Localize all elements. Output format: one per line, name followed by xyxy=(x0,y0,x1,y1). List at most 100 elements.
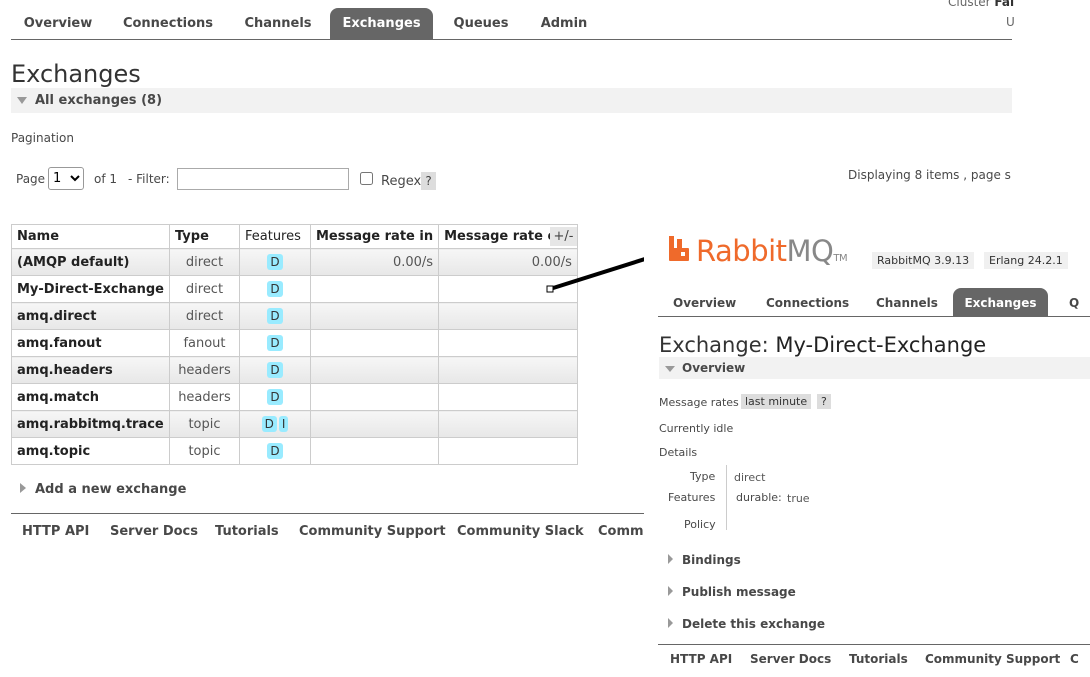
page-label: Page xyxy=(16,172,46,186)
expand-triangle-icon xyxy=(20,483,26,493)
footer-commercial[interactable]: Comme xyxy=(598,524,644,539)
logo-rabbit-text: Rabbit xyxy=(696,234,787,268)
table-row[interactable]: My-Direct-Exchange direct D xyxy=(11,275,578,303)
all-exchanges-label: All exchanges (8) xyxy=(35,93,163,108)
features-durable-key: durable: xyxy=(736,491,782,504)
collapse-triangle-icon xyxy=(665,366,675,372)
detail-tab-overview[interactable]: Overview xyxy=(673,288,736,316)
footer-http-api[interactable]: HTTP API xyxy=(22,524,89,539)
feature-badge: D xyxy=(267,308,283,324)
rabbitmq-wordmark: RabbitMQTM xyxy=(696,234,848,268)
detail-tab-queues[interactable]: Q xyxy=(1069,288,1079,316)
page-select[interactable]: 1 xyxy=(48,167,84,190)
tab-connections[interactable]: Connections xyxy=(112,8,224,39)
erlang-version: Erlang 24.2.1 xyxy=(984,252,1068,269)
publish-message-toggle[interactable]: Publish message xyxy=(668,585,796,599)
exchange-rate-out xyxy=(438,302,578,330)
message-rates-label: Message rates xyxy=(659,396,739,409)
regex-checkbox[interactable] xyxy=(360,172,373,185)
message-rates-range[interactable]: last minute xyxy=(741,394,812,409)
exchange-rate-out xyxy=(438,383,578,411)
exchange-features: D xyxy=(238,302,311,330)
bindings-toggle[interactable]: Bindings xyxy=(668,553,741,567)
footer-community-slack[interactable]: Community Slack xyxy=(457,524,584,539)
table-row[interactable]: amq.headers headers D xyxy=(11,356,578,384)
exchange-name[interactable]: amq.topic xyxy=(11,437,170,465)
feature-badge: D xyxy=(267,254,283,270)
cluster-info: Cluster Fai xyxy=(948,0,1014,9)
columns-toggle-button[interactable]: +/- xyxy=(550,227,577,246)
add-new-exchange-label: Add a new exchange xyxy=(35,482,187,497)
feature-badge: D xyxy=(267,362,283,378)
message-rates-help[interactable]: ? xyxy=(817,394,831,409)
publish-message-label: Publish message xyxy=(682,585,796,599)
col-type: Type xyxy=(168,224,240,249)
type-value: direct xyxy=(734,471,766,484)
exchange-features: D xyxy=(238,275,311,303)
exchange-name[interactable]: amq.direct xyxy=(11,302,170,330)
exchange-name[interactable]: amq.fanout xyxy=(11,329,170,357)
exchange-detail-panel: RabbitMQTM RabbitMQ 3.9.13 Erlang 24.2.1… xyxy=(644,228,1090,677)
add-new-exchange-toggle[interactable]: Add a new exchange xyxy=(20,482,186,497)
table-row[interactable]: (AMQP default) direct D 0.00/s 0.00/s xyxy=(11,248,578,276)
tab-queues[interactable]: Queues xyxy=(443,8,519,39)
exchange-rate-out xyxy=(438,329,578,357)
exchange-type: direct xyxy=(168,302,240,330)
tab-channels[interactable]: Channels xyxy=(234,8,322,39)
exchange-type: topic xyxy=(168,437,240,465)
table-row[interactable]: amq.rabbitmq.trace topic D I xyxy=(11,410,578,438)
details-divider xyxy=(726,465,727,530)
footer-community-support[interactable]: Community Support xyxy=(299,524,446,539)
detail-footer-server-docs[interactable]: Server Docs xyxy=(750,652,831,666)
footer-tutorials[interactable]: Tutorials xyxy=(215,524,279,539)
tab-admin[interactable]: Admin xyxy=(530,8,598,39)
exchange-name[interactable]: My-Direct-Exchange xyxy=(11,275,170,303)
exchange-rate-in xyxy=(309,275,440,303)
detail-footer-http-api[interactable]: HTTP API xyxy=(670,652,732,666)
exchange-type: fanout xyxy=(168,329,240,357)
regex-help-button[interactable]: ? xyxy=(421,172,436,190)
all-exchanges-toggle[interactable]: All exchanges (8) xyxy=(11,88,1012,113)
detail-footer-more[interactable]: C xyxy=(1070,652,1079,666)
user-info: U xyxy=(1006,15,1015,29)
feature-badge: D xyxy=(261,416,277,432)
table-row[interactable]: amq.topic topic D xyxy=(11,437,578,465)
detail-footer-divider xyxy=(658,644,1090,645)
detail-footer-community-support[interactable]: Community Support xyxy=(925,652,1060,666)
table-row[interactable]: amq.direct direct D xyxy=(11,302,578,330)
footer-server-docs[interactable]: Server Docs xyxy=(110,524,198,539)
feature-badge: D xyxy=(267,281,283,297)
table-row[interactable]: amq.fanout fanout D xyxy=(11,329,578,357)
tab-overview[interactable]: Overview xyxy=(14,8,102,39)
delete-exchange-toggle[interactable]: Delete this exchange xyxy=(668,617,825,631)
bindings-label: Bindings xyxy=(682,553,741,567)
detail-footer-tutorials[interactable]: Tutorials xyxy=(849,652,908,666)
detail-overview-toggle[interactable]: Overview xyxy=(659,357,1090,379)
exchange-features: D xyxy=(238,248,311,276)
detail-tab-connections[interactable]: Connections xyxy=(766,288,849,316)
exchange-features: D xyxy=(238,383,311,411)
exchange-rate-out xyxy=(438,437,578,465)
exchange-name[interactable]: amq.headers xyxy=(11,356,170,384)
detail-tab-exchanges[interactable]: Exchanges xyxy=(953,288,1048,316)
exchange-features: D xyxy=(238,437,311,465)
exchange-name[interactable]: amq.match xyxy=(11,383,170,411)
exchange-rate-in xyxy=(309,410,440,438)
exchange-name[interactable]: amq.rabbitmq.trace xyxy=(11,410,170,438)
regex-label: Regex xyxy=(381,174,422,189)
type-label: Type xyxy=(690,470,716,483)
exchange-rate-in xyxy=(309,383,440,411)
detail-tab-channels[interactable]: Channels xyxy=(876,288,938,316)
footer-divider xyxy=(11,513,644,514)
exchange-rate-in xyxy=(309,356,440,384)
table-row[interactable]: amq.match headers D xyxy=(11,383,578,411)
col-name: Name xyxy=(11,224,170,249)
tab-exchanges[interactable]: Exchanges xyxy=(330,8,433,39)
expand-triangle-icon xyxy=(668,618,673,628)
exchange-features: DI xyxy=(238,410,311,438)
exchange-name[interactable]: (AMQP default) xyxy=(11,248,170,276)
filter-input[interactable] xyxy=(177,168,349,190)
exchange-type: direct xyxy=(168,248,240,276)
detail-title-prefix: Exchange: xyxy=(659,333,769,357)
rabbitmq-logo-icon xyxy=(669,236,689,261)
